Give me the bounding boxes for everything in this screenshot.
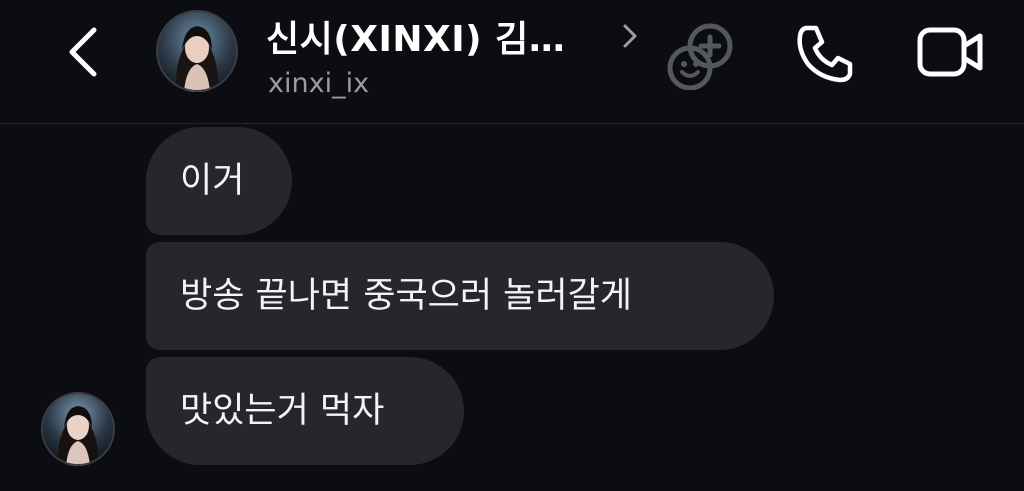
video-call-button[interactable] [914,22,986,82]
dm-thread-screen: 신시(XINXI) 김… xinxi_ix 이거 방송 끝나면 중국으러 놀러갈… [0,0,1024,491]
message-bubble[interactable]: 맛있는거 먹자 [146,357,464,465]
games-button[interactable] [664,18,736,91]
message-bubble[interactable]: 이거 [146,127,292,235]
chat-header: 신시(XINXI) 김… xinxi_ix [0,0,1024,124]
games-icon [667,23,733,91]
call-button[interactable] [792,20,858,86]
chevron-right-icon [623,24,637,48]
message-text: 맛있는거 먹자 [180,390,385,431]
back-button[interactable] [60,22,108,82]
sender-avatar[interactable] [41,392,115,466]
video-camera-icon [917,27,983,77]
message-text: 이거 [180,160,245,201]
sender-avatar-image [41,392,115,466]
contact-name: 신시(XINXI) 김… [266,19,566,60]
contact-avatar-image [156,10,238,92]
contact-username: xinxi_ix [268,68,370,99]
phone-icon [797,25,853,83]
message-text: 방송 끝나면 중국으러 놀러갈게 [180,275,632,316]
message-bubble[interactable]: 방송 끝나면 중국으러 놀러갈게 [146,242,774,350]
contact-avatar[interactable] [156,10,238,92]
chevron-left-icon [69,27,97,77]
